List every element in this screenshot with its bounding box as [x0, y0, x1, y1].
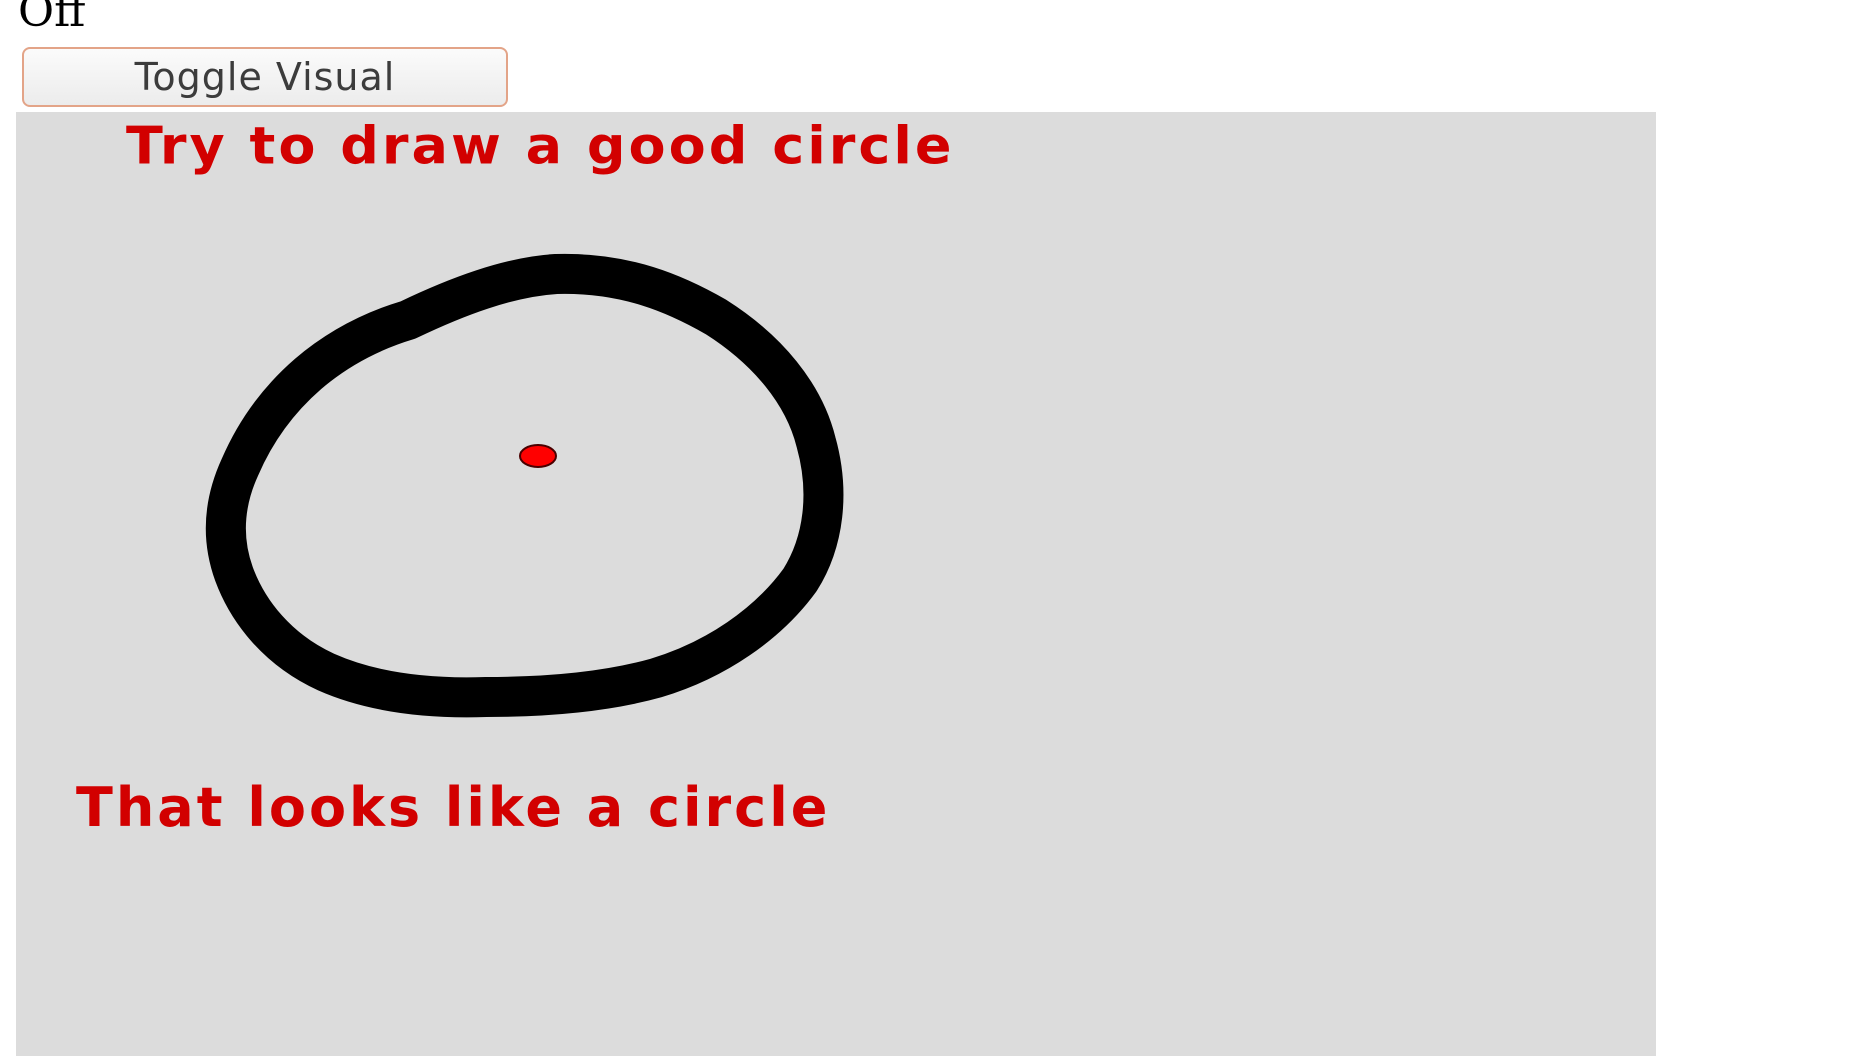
drawing-surface[interactable]: [16, 112, 1656, 1056]
circle-center-marker: [519, 444, 557, 468]
visual-status-text: Off: [18, 0, 86, 37]
canvas-result-text: That looks like a circle: [76, 776, 831, 839]
page: Off Toggle Visual Try to draw a good cir…: [0, 0, 1855, 1056]
toggle-visual-button[interactable]: Toggle Visual: [22, 47, 508, 107]
drawing-canvas[interactable]: Try to draw a good circle That looks lik…: [16, 112, 1656, 1056]
hand-drawn-circle-stroke: [205, 253, 844, 718]
